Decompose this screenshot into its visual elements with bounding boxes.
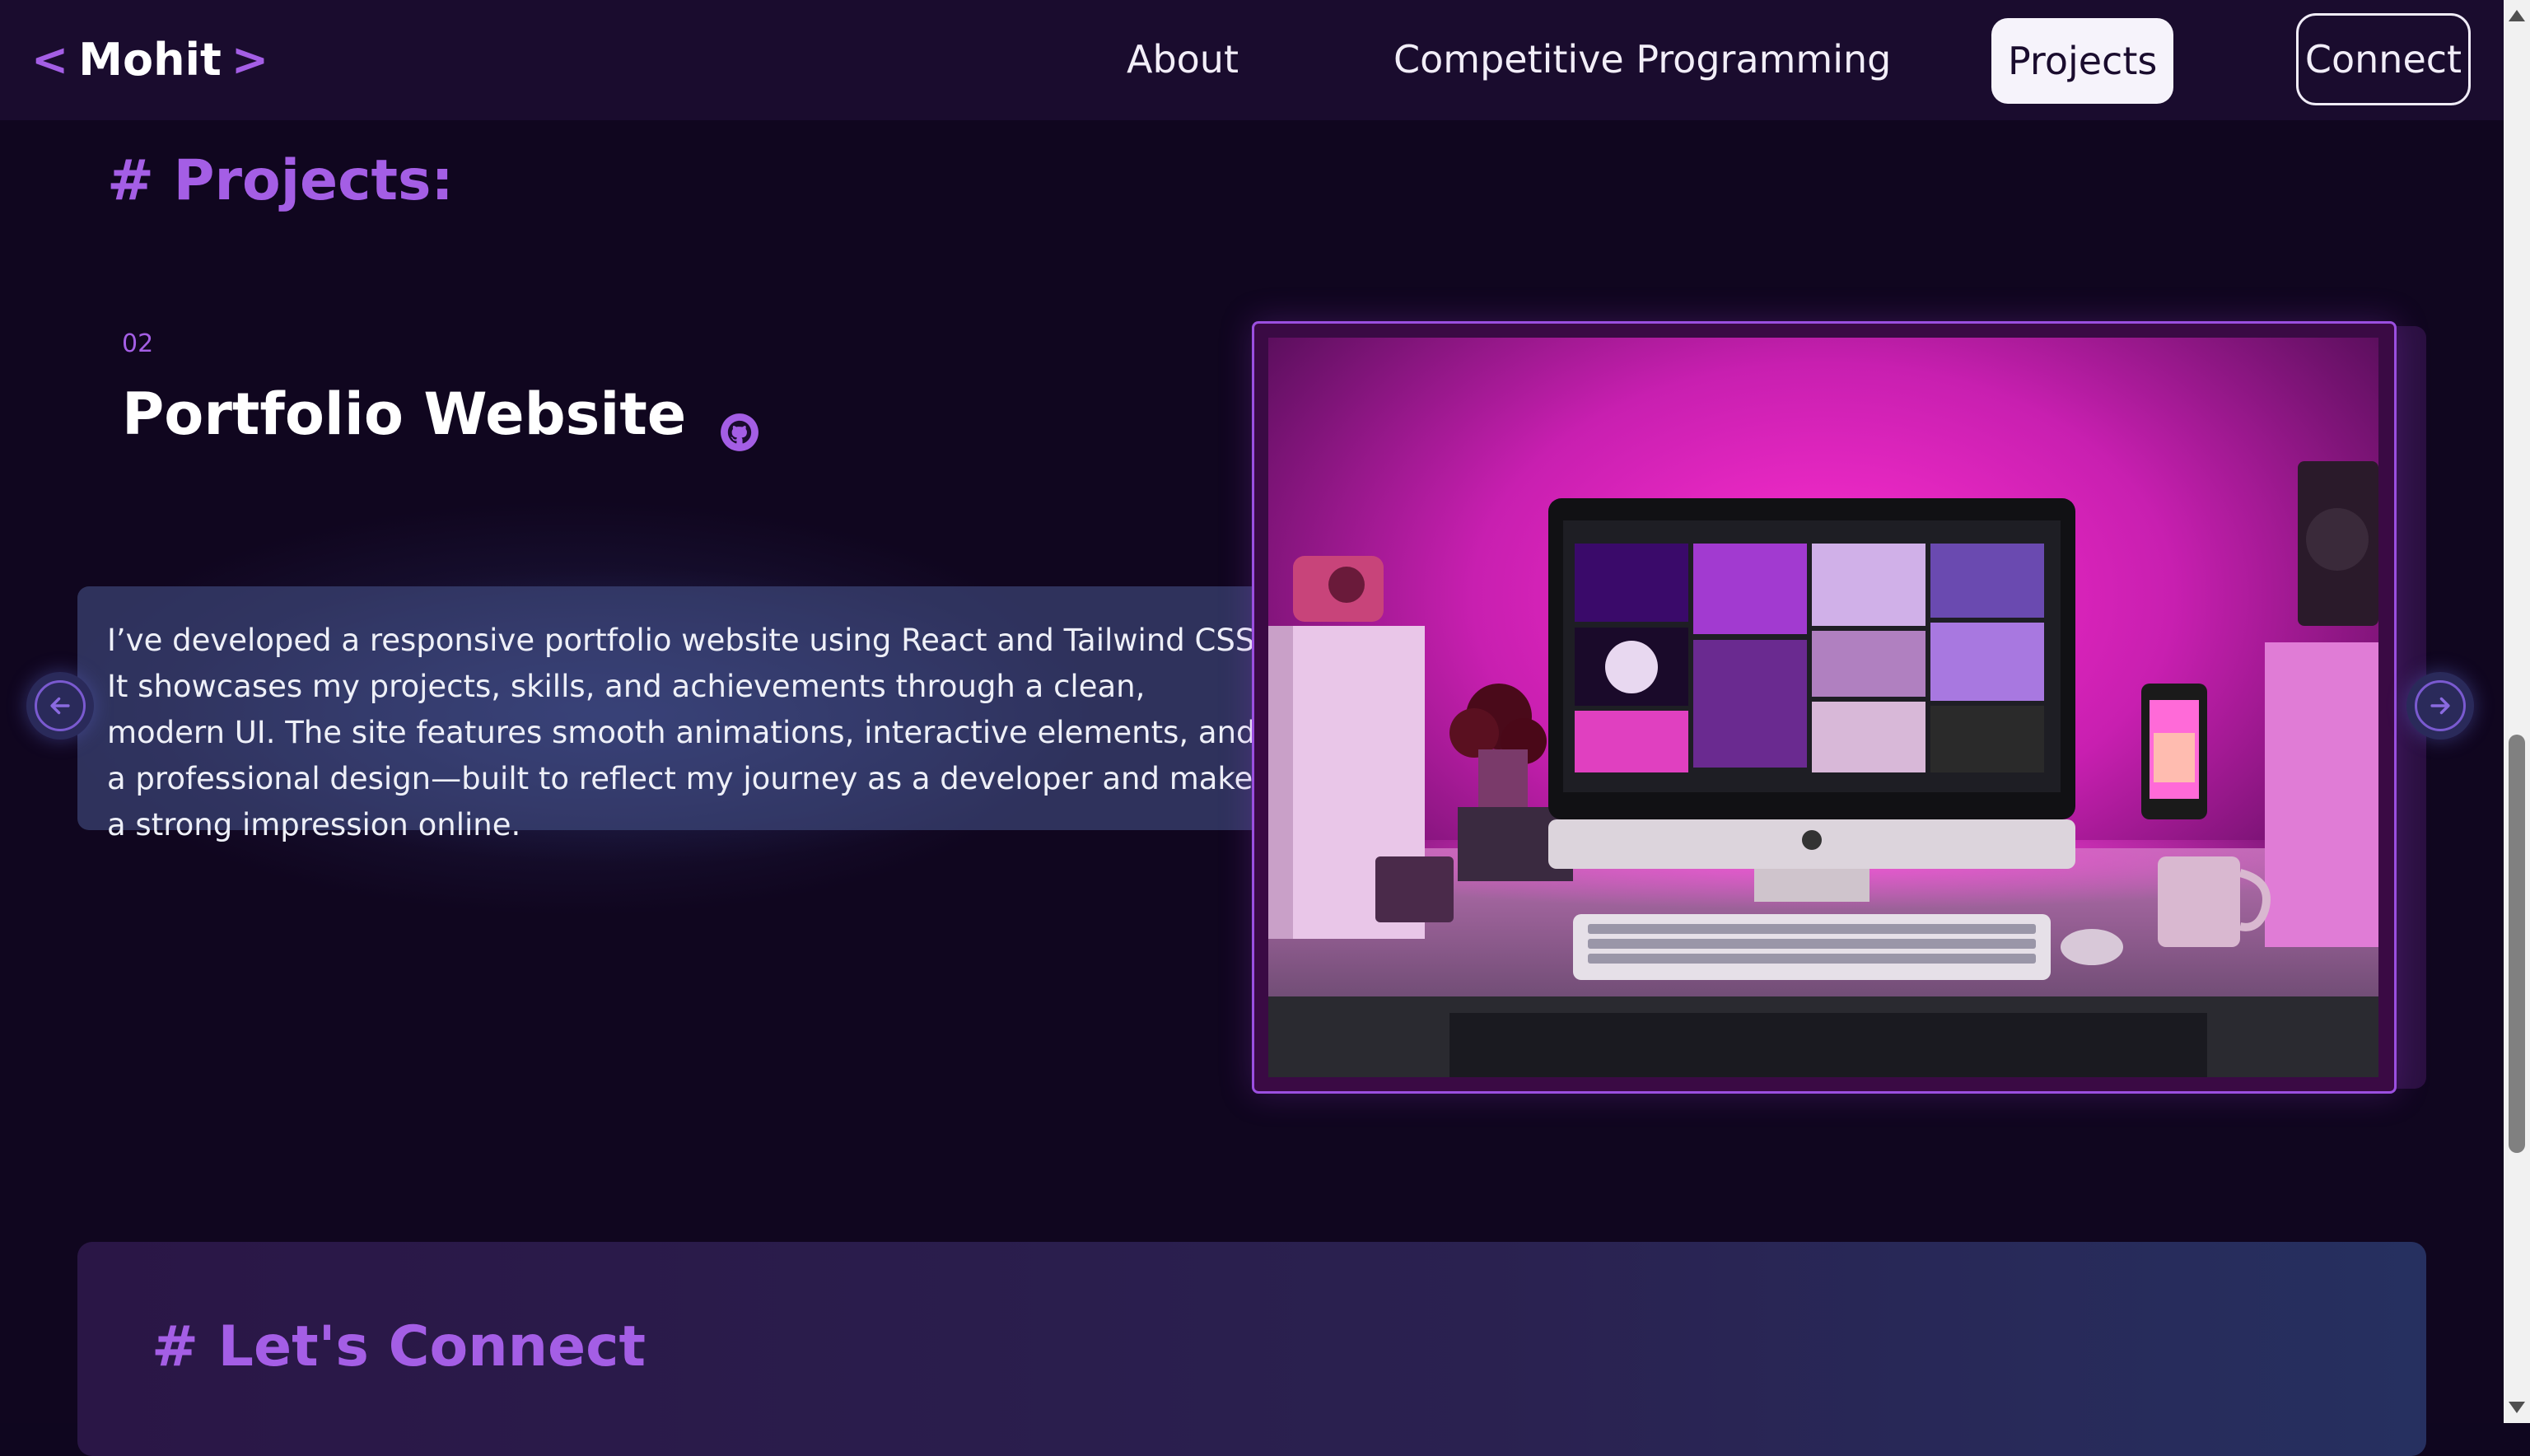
project-description-card: I’ve developed a responsive portfolio we…: [77, 586, 1300, 842]
scrollbar-thumb[interactable]: [2509, 735, 2525, 1153]
project-number: 02: [122, 329, 154, 358]
project-image: [1268, 338, 2378, 1077]
scroll-down-icon[interactable]: [2509, 1402, 2525, 1413]
nav-link-projects[interactable]: Projects: [1991, 18, 2174, 104]
previous-project-button[interactable]: [26, 672, 94, 740]
nav-connect-button[interactable]: Connect: [2296, 13, 2471, 105]
next-project-button[interactable]: [2406, 672, 2474, 740]
connect-section-title: # Let's Connect: [152, 1314, 646, 1379]
logo[interactable]: < Mohit >: [31, 28, 268, 91]
github-icon[interactable]: [719, 399, 760, 451]
nav-link-competitive-programming[interactable]: Competitive Programming: [1393, 28, 1891, 91]
nav-link-about[interactable]: About: [1127, 28, 1239, 91]
project-title-row: Portfolio Website: [122, 377, 760, 451]
projects-section-title: # Projects:: [107, 148, 454, 213]
logo-open-bracket: <: [31, 33, 69, 86]
navbar: < Mohit > About Competitive Programming …: [0, 0, 2504, 120]
arrow-left-icon: [35, 680, 86, 731]
scrollbar-track[interactable]: [2504, 0, 2530, 1423]
project-title: Portfolio Website: [122, 380, 687, 448]
arrow-right-icon: [2415, 680, 2466, 731]
logo-name: Mohit: [78, 33, 222, 86]
scroll-up-icon[interactable]: [2509, 10, 2525, 21]
logo-close-bracket: >: [231, 33, 269, 86]
project-description: I’ve developed a responsive portfolio we…: [107, 623, 1265, 842]
